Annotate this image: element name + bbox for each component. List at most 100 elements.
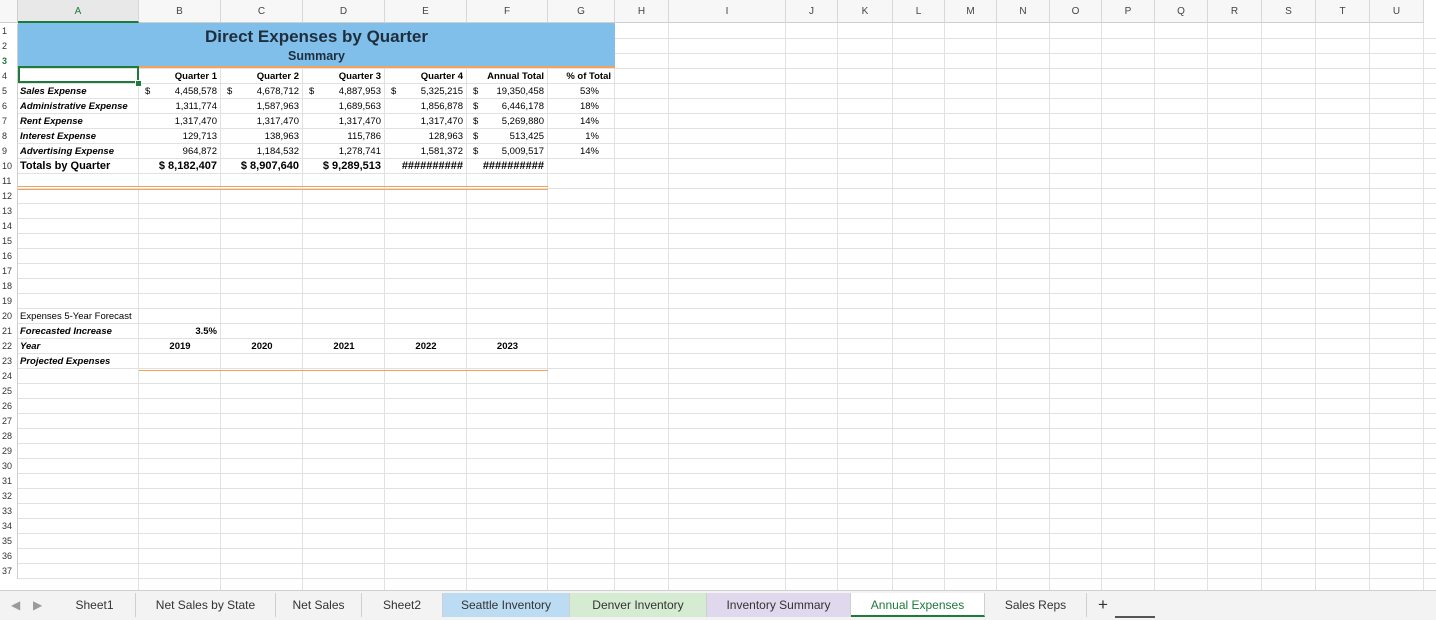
- column-header-q[interactable]: Q: [1155, 0, 1208, 23]
- dollar-sign[interactable]: $: [473, 84, 483, 99]
- row-header-31[interactable]: 31: [0, 474, 18, 489]
- row-header-10[interactable]: 10: [0, 159, 18, 174]
- expense-value[interactable]: 128,963: [385, 129, 463, 144]
- row-header-4[interactable]: 4: [0, 69, 18, 84]
- row-header-27[interactable]: 27: [0, 414, 18, 429]
- percent-value[interactable]: 53%: [548, 84, 599, 99]
- row-header-7[interactable]: 7: [0, 114, 18, 129]
- select-all-corner[interactable]: [0, 0, 18, 23]
- column-heading[interactable]: Quarter 3: [303, 69, 381, 84]
- totals-label[interactable]: Totals by Quarter: [20, 159, 138, 174]
- row-header-18[interactable]: 18: [0, 279, 18, 294]
- column-header-c[interactable]: C: [221, 0, 303, 23]
- row-header-23[interactable]: 23: [0, 354, 18, 369]
- column-header-b[interactable]: B: [139, 0, 221, 23]
- column-header-h[interactable]: H: [615, 0, 669, 23]
- column-header-n[interactable]: N: [997, 0, 1050, 23]
- dollar-sign[interactable]: $: [309, 84, 319, 99]
- expense-value[interactable]: 1,856,878: [385, 99, 463, 114]
- column-header-m[interactable]: M: [945, 0, 997, 23]
- row-header-6[interactable]: 6: [0, 99, 18, 114]
- column-header-k[interactable]: K: [838, 0, 893, 23]
- forecast-year[interactable]: 2022: [385, 339, 467, 354]
- column-header-i[interactable]: I: [669, 0, 786, 23]
- row-header-5[interactable]: 5: [0, 84, 18, 99]
- sheet-tab-sales-reps[interactable]: Sales Reps: [985, 593, 1087, 617]
- forecast-increase-label[interactable]: Forecasted Increase: [20, 324, 138, 339]
- dollar-sign[interactable]: $: [227, 84, 237, 99]
- row-header-12[interactable]: 12: [0, 189, 18, 204]
- next-sheet-arrow-icon[interactable]: ▶: [33, 598, 42, 612]
- expense-label[interactable]: Rent Expense: [20, 114, 138, 129]
- column-header-u[interactable]: U: [1370, 0, 1424, 23]
- forecast-year[interactable]: 2020: [221, 339, 303, 354]
- expense-value[interactable]: 115,786: [303, 129, 381, 144]
- dollar-sign[interactable]: $: [391, 84, 401, 99]
- column-heading[interactable]: Quarter 4: [385, 69, 463, 84]
- column-header-t[interactable]: T: [1316, 0, 1370, 23]
- column-header-f[interactable]: F: [467, 0, 548, 23]
- row-header-30[interactable]: 30: [0, 459, 18, 474]
- forecast-year[interactable]: 2023: [467, 339, 548, 354]
- row-header-21[interactable]: 21: [0, 324, 18, 339]
- row-header-3[interactable]: 3: [0, 54, 18, 69]
- column-heading[interactable]: Quarter 2: [221, 69, 299, 84]
- row-header-11[interactable]: 11: [0, 174, 18, 189]
- expense-value[interactable]: 138,963: [221, 129, 299, 144]
- dollar-sign[interactable]: $: [473, 114, 483, 129]
- prev-sheet-arrow-icon[interactable]: ◀: [11, 598, 20, 612]
- expense-label[interactable]: Sales Expense: [20, 84, 138, 99]
- column-header-l[interactable]: L: [893, 0, 945, 23]
- expense-value[interactable]: 1,689,563: [303, 99, 381, 114]
- year-label[interactable]: Year: [20, 339, 138, 354]
- row-header-28[interactable]: 28: [0, 429, 18, 444]
- column-header-j[interactable]: J: [786, 0, 838, 23]
- row-header-32[interactable]: 32: [0, 489, 18, 504]
- expense-value[interactable]: 1,317,470: [303, 114, 381, 129]
- row-header-2[interactable]: 2: [0, 39, 18, 54]
- dollar-sign[interactable]: $: [473, 129, 483, 144]
- dollar-sign[interactable]: $: [473, 99, 483, 114]
- sheet-tab-annual-expenses[interactable]: Annual Expenses: [851, 593, 985, 617]
- add-sheet-button[interactable]: +: [1090, 593, 1116, 617]
- row-header-15[interactable]: 15: [0, 234, 18, 249]
- expense-value[interactable]: 1,581,372: [385, 144, 463, 159]
- horizontal-scrollbar[interactable]: [1115, 616, 1155, 618]
- expense-value[interactable]: 1,317,470: [385, 114, 463, 129]
- percent-value[interactable]: 14%: [548, 144, 599, 159]
- projected-expenses-label[interactable]: Projected Expenses: [20, 354, 150, 369]
- dollar-sign[interactable]: $: [473, 144, 483, 159]
- row-header-29[interactable]: 29: [0, 444, 18, 459]
- row-header-19[interactable]: 19: [0, 294, 18, 309]
- dollar-sign[interactable]: $: [145, 84, 155, 99]
- row-header-37[interactable]: 37: [0, 564, 18, 579]
- selected-cell-a3[interactable]: [18, 66, 139, 83]
- column-header-p[interactable]: P: [1102, 0, 1155, 23]
- total-value[interactable]: $ 9,289,513: [307, 159, 381, 174]
- expense-value[interactable]: 964,872: [139, 144, 217, 159]
- row-header-9[interactable]: 9: [0, 144, 18, 159]
- column-header-s[interactable]: S: [1262, 0, 1316, 23]
- row-header-17[interactable]: 17: [0, 264, 18, 279]
- forecast-year[interactable]: 2019: [139, 339, 221, 354]
- percent-value[interactable]: 1%: [548, 129, 599, 144]
- row-header-20[interactable]: 20: [0, 309, 18, 324]
- expense-value[interactable]: 1,317,470: [139, 114, 217, 129]
- expense-value[interactable]: 129,713: [139, 129, 217, 144]
- sheet-title[interactable]: Direct Expenses by Quarter: [18, 27, 615, 47]
- forecast-year[interactable]: 2021: [303, 339, 385, 354]
- sheet-tab-net-sales[interactable]: Net Sales: [276, 593, 362, 617]
- total-value[interactable]: $ 8,182,407: [143, 159, 217, 174]
- expense-label[interactable]: Advertising Expense: [20, 144, 138, 159]
- sheet-tab-net-sales-by-state[interactable]: Net Sales by State: [136, 593, 276, 617]
- column-header-o[interactable]: O: [1050, 0, 1102, 23]
- total-value[interactable]: $ 8,907,640: [225, 159, 299, 174]
- expense-value[interactable]: 1,317,470: [221, 114, 299, 129]
- expense-value[interactable]: 1,587,963: [221, 99, 299, 114]
- column-header-r[interactable]: R: [1208, 0, 1262, 23]
- column-heading[interactable]: % of Total: [548, 69, 611, 84]
- column-header-d[interactable]: D: [303, 0, 385, 23]
- total-value[interactable]: ##########: [471, 159, 544, 174]
- column-header-g[interactable]: G: [548, 0, 615, 23]
- sheet-tab-sheet1[interactable]: Sheet1: [54, 593, 136, 617]
